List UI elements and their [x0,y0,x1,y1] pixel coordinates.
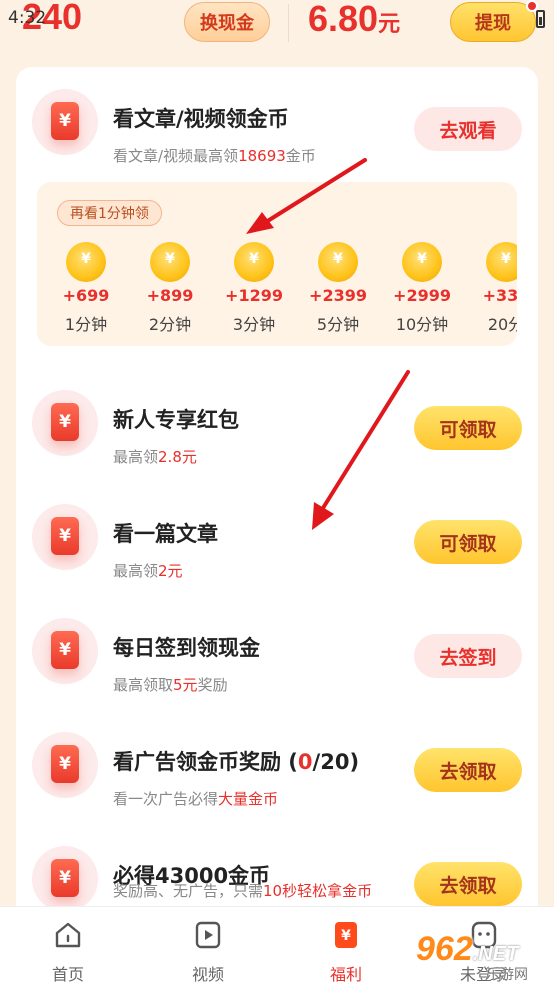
task-subtitle: 最高领2.8元 [113,448,197,466]
task-subtitle: 最高领取5元奖励 [113,676,228,694]
minute-reward-item[interactable]: ¥ +699 1分钟 [51,242,121,335]
task-subtitle: 看一次广告必得大量金币 [113,790,279,808]
battery-icon [536,10,545,28]
reward-minutes: 20分 [487,315,517,334]
gold-coin-icon: ¥ [234,242,274,282]
gift-icon: ¥ [335,922,357,948]
minute-reward-item[interactable]: ¥ +1299 3分钟 [219,242,289,335]
reward-minutes: 2分钟 [148,315,192,334]
nav-welfare[interactable]: ¥ 福利 [286,907,406,984]
red-packet-icon: ¥ [51,631,79,669]
claim-button[interactable]: 可领取 [414,406,522,450]
minute-reward-item[interactable]: ¥ +2999 10分钟 [387,242,457,335]
task-row-watch-ads: ¥ 看广告领金币奖励 (0/20) 看一次广告必得大量金币 去领取 [16,722,538,822]
nav-label: 首页 [51,965,84,984]
task-title: 新人专享红包 [113,408,239,432]
go-watch-button[interactable]: 去观看 [414,107,522,151]
exchange-cash-button[interactable]: 换现金 [184,2,270,42]
red-packet-icon: ¥ [51,102,79,140]
cash-value: 6.80 [308,0,379,39]
go-claim-button[interactable]: 去领取 [414,748,522,792]
claim-button[interactable]: 可领取 [414,520,522,564]
reward-amount: +2999 [393,286,451,305]
reward-minutes: 5分钟 [316,315,360,334]
cash-unit: 元 [378,11,401,36]
go-claim-button[interactable]: 去领取 [414,862,522,906]
nav-label: 视频 [191,965,224,984]
minute-reward-item[interactable]: ¥ +339 20分 [471,242,517,335]
task-title: 看文章/视频领金币 [113,107,289,131]
gold-coin-icon: ¥ [150,242,190,282]
task-row-daily-signin: ¥ 每日签到领现金 最高领取5元奖励 去签到 [16,608,538,708]
gold-coin-icon: ¥ [318,242,358,282]
gold-coin-icon: ¥ [402,242,442,282]
minute-reward-item[interactable]: ¥ +899 2分钟 [135,242,205,335]
red-packet-icon: ¥ [51,745,79,783]
minutes-reward-panel: 再看1分钟领 ¥ +699 1分钟 ¥ +899 2分钟 ¥ +1299 3分钟… [37,182,517,346]
task-row-read-article: ¥ 看一篇文章 最高领2元 可领取 [16,494,538,594]
reward-amount: +699 [62,286,110,305]
withdraw-button[interactable]: 提现 [450,2,536,42]
watermark-subtitle: 乐游网 [486,967,528,983]
red-packet-icon: ¥ [51,517,79,555]
task-subtitle: 看文章/视频最高领18693金币 [113,147,316,165]
task-subtitle: 奖励高、无广告，只需10秒轻松拿金币 [113,882,373,900]
nav-label: 福利 [329,965,362,984]
status-time: 4:32 [8,8,47,28]
reward-amount: +1299 [225,286,283,305]
signin-button[interactable]: 去签到 [414,634,522,678]
svg-text:¥: ¥ [341,928,351,944]
reward-minutes: 3分钟 [232,315,276,334]
cash-balance: 6.80元 [308,0,400,40]
reward-amount: +339 [482,286,517,305]
minute-reward-item[interactable]: ¥ +2399 5分钟 [303,242,373,335]
nav-video[interactable]: 视频 [148,907,268,984]
reward-amount: +899 [146,286,194,305]
minutes-tag: 再看1分钟领 [57,200,162,226]
reward-amount: +2399 [309,286,367,305]
gold-coin-icon: ¥ [486,242,517,282]
nav-home[interactable]: 首页 [8,907,128,984]
video-icon [195,921,221,949]
reward-minutes: 10分钟 [395,315,449,334]
task-title: 看一篇文章 [113,522,218,546]
task-subtitle: 最高领2元 [113,562,183,580]
reward-minutes: 1分钟 [64,315,108,334]
task-row-newuser-packet: ¥ 新人专享红包 最高领2.8元 可领取 [16,380,538,480]
red-packet-icon: ¥ [51,859,79,897]
task-title: 看广告领金币奖励 (0/20) [113,750,360,774]
red-packet-icon: ¥ [51,403,79,441]
home-icon [55,922,81,948]
task-title: 每日签到领现金 [113,636,260,660]
divider [288,4,289,42]
gold-coin-icon: ¥ [66,242,106,282]
header: 240 4:32 换现金 6.80元 提现 [0,0,554,46]
task-row-watch: ¥ 看文章/视频领金币 看文章/视频最高领18693金币 去观看 [16,79,538,179]
